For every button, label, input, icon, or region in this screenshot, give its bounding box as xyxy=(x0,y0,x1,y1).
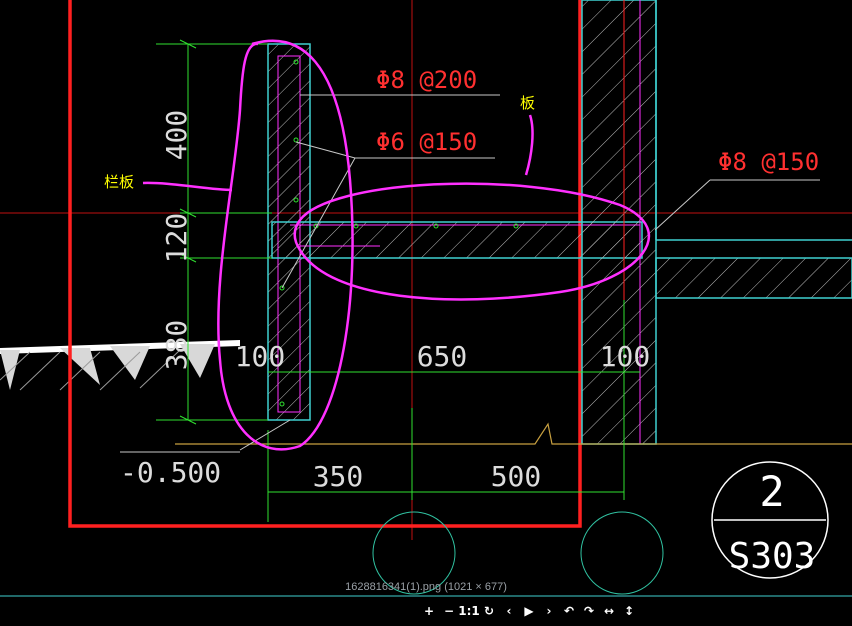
play-button[interactable]: ▶ xyxy=(520,601,538,621)
cad-drawing: Φ8 @200 Φ6 @150 Φ8 @150 板 栏板 400 120 380… xyxy=(0,0,852,597)
dim-horizontal-350: 350 xyxy=(313,460,364,493)
actual-size-button[interactable]: 1:1 xyxy=(458,601,480,621)
fit-width-button[interactable]: ↔ xyxy=(600,601,618,621)
dim-vertical-380: 380 xyxy=(160,320,193,371)
previous-button[interactable]: ‹ xyxy=(500,601,518,621)
ground-hatch xyxy=(0,340,240,391)
right-wall-section xyxy=(581,0,852,445)
viewer-toolbar: + −1:1 ↻ ‹ ▶ › ↶ ↷ ↔ ↕ xyxy=(420,600,638,622)
dim-vertical-120: 120 xyxy=(160,213,193,264)
elevation-label: -0.500 xyxy=(120,456,221,489)
zoom-in-button[interactable]: + xyxy=(420,601,438,621)
parapet-label: 栏板 xyxy=(104,173,134,191)
dim-horizontal-100-left: 100 xyxy=(235,340,286,373)
dim-vertical-400: 400 xyxy=(160,110,193,161)
ground-line xyxy=(175,422,852,445)
dim-horizontal-100-right: 100 xyxy=(600,340,651,373)
dim-horizontal-650: 650 xyxy=(417,340,468,373)
slab-label: 板 xyxy=(520,94,535,112)
dimension-lines xyxy=(156,39,640,522)
rebar-label-top: Φ8 @200 xyxy=(376,66,477,94)
dim-horizontal-500: 500 xyxy=(491,460,542,493)
detail-frame xyxy=(68,0,582,528)
rotate-left-button[interactable]: ↶ xyxy=(560,601,578,621)
section-sheet: S303 xyxy=(729,536,816,577)
rebar-label-right: Φ8 @150 xyxy=(718,148,819,176)
rebar-label-mid: Φ6 @150 xyxy=(376,128,477,156)
zoom-out-button[interactable]: − xyxy=(440,601,458,621)
image-caption: 1628816341(1).png (1021 × 677) xyxy=(345,581,507,593)
rotate-right-button[interactable]: ↷ xyxy=(580,601,598,621)
refresh-button[interactable]: ↻ xyxy=(480,601,498,621)
fit-height-button[interactable]: ↕ xyxy=(620,601,638,621)
next-button[interactable]: › xyxy=(540,601,558,621)
section-number: 2 xyxy=(759,467,784,516)
